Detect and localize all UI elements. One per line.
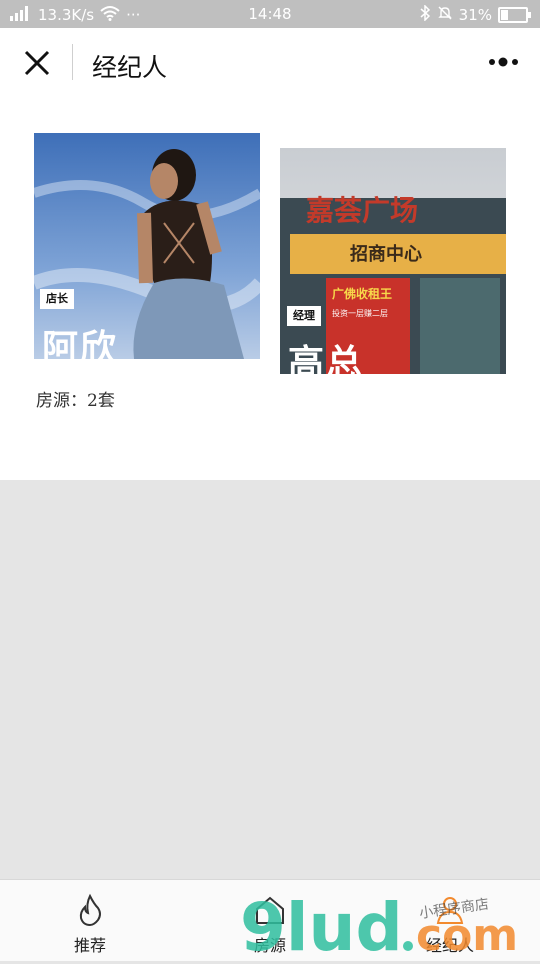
tab-label: 房源 [253, 936, 286, 955]
agent-role-badge: 经理 [287, 306, 321, 326]
battery-icon [498, 7, 531, 23]
bluetooth-icon [419, 4, 431, 25]
close-icon [24, 50, 50, 76]
more-button[interactable] [488, 54, 520, 70]
agent-card[interactable]: 店长 阿欣 [34, 133, 260, 359]
person-icon [436, 897, 464, 924]
close-button[interactable] [20, 46, 54, 80]
battery-fill [501, 10, 508, 20]
agent-list: 店长 阿欣 嘉荟广场 招商中心 广佛收租王 投资一层赚二层 经理 高总 房源：2… [0, 102, 540, 480]
agent-name: 高总 [288, 344, 365, 374]
bottom-tab-bar: 推荐 房源 经纪人 [0, 879, 540, 961]
agent-photo: 嘉荟广场 招商中心 广佛收租王 投资一层赚二层 [280, 148, 506, 374]
tab-label: 推荐 [73, 936, 106, 955]
poster-title: 广佛收租王 [332, 286, 392, 301]
page-title: 经纪人 [92, 53, 168, 82]
silent-bell-icon [437, 5, 453, 25]
tab-listings[interactable]: 房源 [180, 880, 360, 961]
status-bar: 13.3K/s ··· 14:48 31% [0, 0, 540, 28]
nav-divider [72, 44, 73, 80]
more-dots-icon [489, 57, 518, 67]
battery-percent: 31% [458, 6, 492, 24]
agent-role-badge: 店长 [40, 289, 74, 309]
tab-label: 经纪人 [425, 936, 474, 955]
status-right: 31% [419, 4, 531, 25]
agent-name: 阿欣 [42, 329, 119, 359]
tab-agents[interactable]: 经纪人 [360, 880, 540, 961]
agent-photo [34, 133, 260, 359]
listing-count: 房源：2套 [36, 391, 115, 411]
tab-recommend[interactable]: 推荐 [0, 880, 180, 961]
nav-bar: 经纪人 [0, 28, 540, 102]
agent-card[interactable]: 嘉荟广场 招商中心 广佛收租王 投资一层赚二层 经理 高总 [280, 148, 506, 374]
flame-icon [79, 893, 101, 927]
house-icon [256, 896, 284, 924]
banner-sign: 招商中心 [350, 243, 422, 265]
building-sign: 嘉荟广场 [306, 194, 418, 227]
poster-subtitle: 投资一层赚二层 [332, 308, 388, 318]
